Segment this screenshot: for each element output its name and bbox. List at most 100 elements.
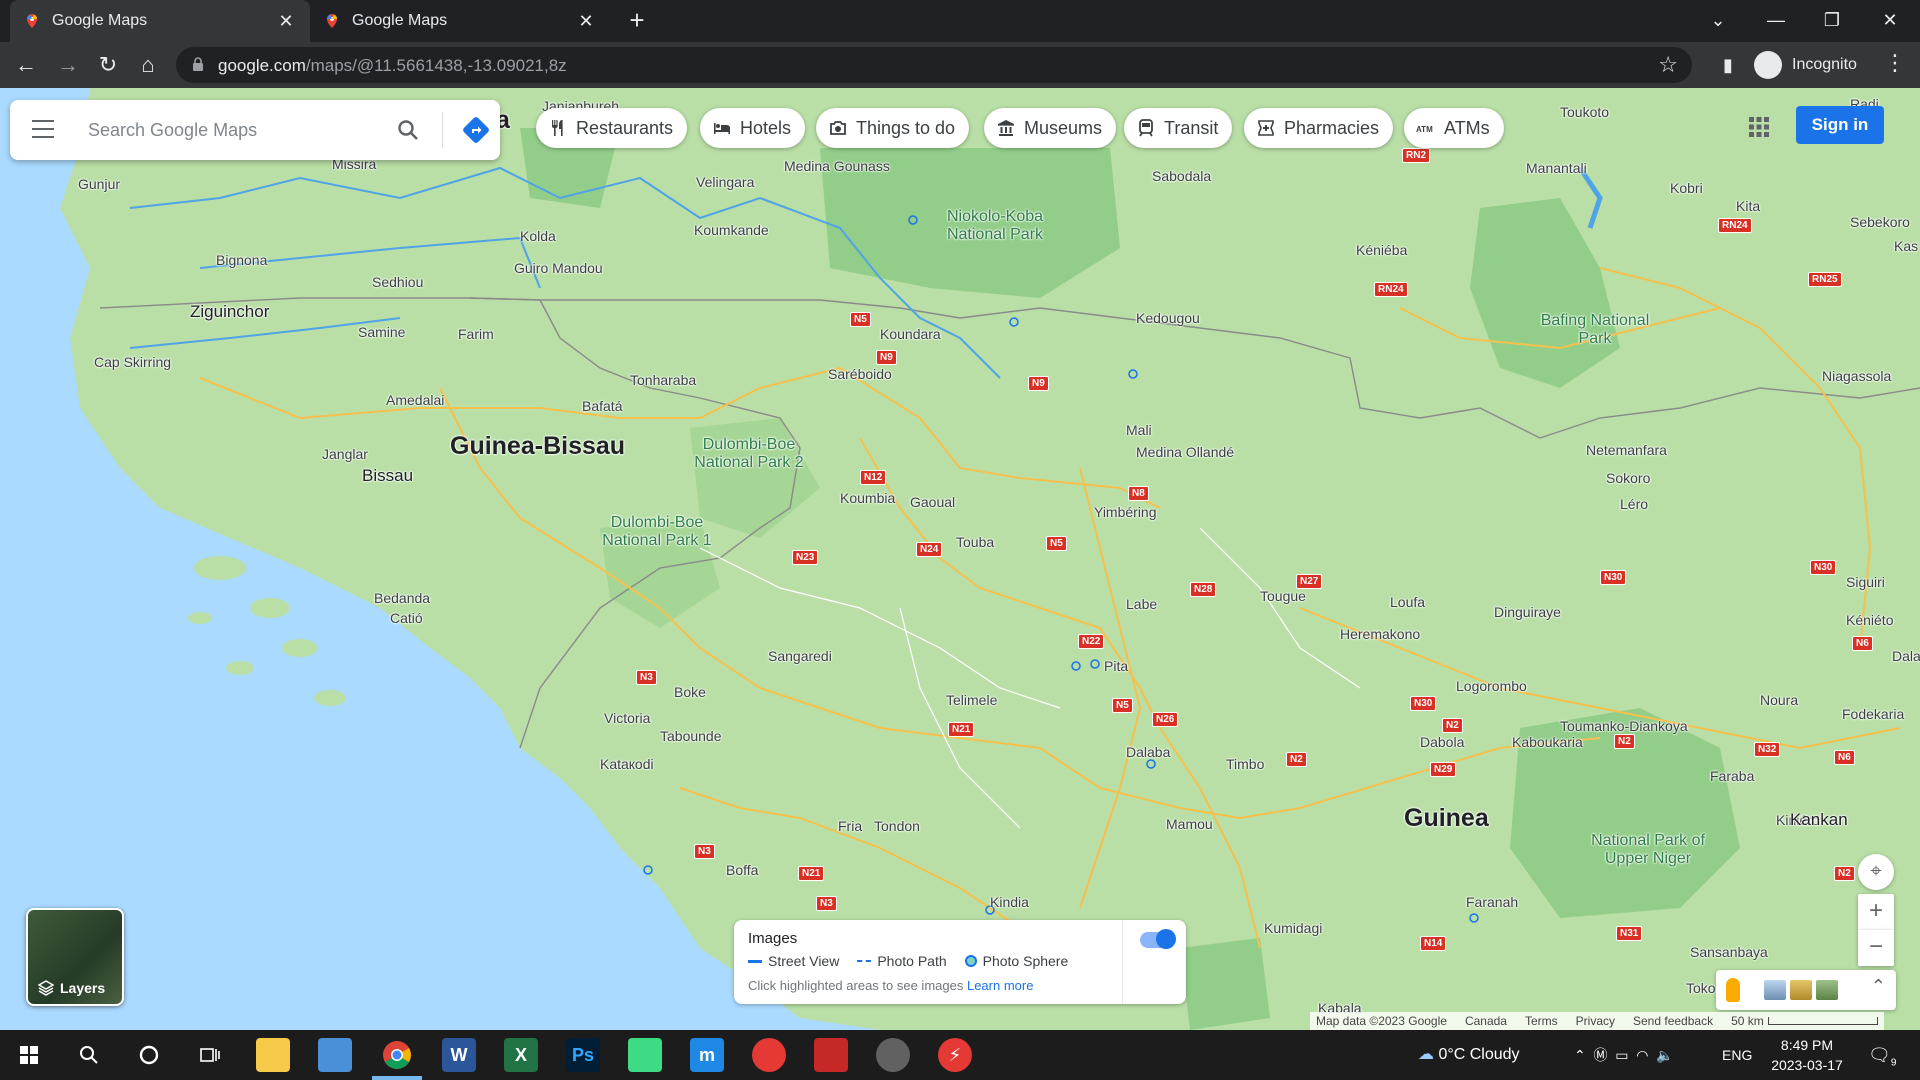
place-label: Toukoto — [1560, 104, 1610, 120]
images-toggle[interactable] — [1140, 929, 1176, 949]
google-apps-icon[interactable] — [1748, 116, 1770, 138]
address-bar[interactable]: google.com/maps/@11.5661438,-13.09021,8z… — [176, 47, 1692, 83]
file-explorer-icon[interactable] — [256, 1038, 290, 1072]
city-label: Kankan — [1790, 810, 1848, 829]
terms-link[interactable]: Terms — [1525, 1014, 1558, 1028]
chrome-menu-icon[interactable]: ⋮ — [1880, 50, 1910, 76]
place-label: Kita — [1736, 198, 1761, 214]
language-indicator[interactable]: ENG — [1722, 1030, 1752, 1080]
region-link[interactable]: Canada — [1465, 1014, 1507, 1028]
clock-time: 8:49 PM — [1780, 1037, 1834, 1053]
task-view-icon[interactable] — [192, 1038, 226, 1072]
place-label: Medina Gounass — [784, 158, 890, 174]
minimize-button[interactable]: — — [1748, 0, 1804, 42]
privacy-link[interactable]: Privacy — [1576, 1014, 1615, 1028]
road-shield: N31 — [1616, 926, 1643, 941]
chip-atms[interactable]: ATM ATMs — [1404, 108, 1504, 148]
place-label: Noura — [1760, 692, 1799, 708]
new-tab-button[interactable]: + — [624, 7, 650, 34]
chip-things-to-do[interactable]: Things to do — [816, 108, 970, 148]
app-icon[interactable] — [814, 1038, 848, 1072]
place-label: Catió — [390, 610, 423, 626]
road-shield: N2 — [1286, 752, 1307, 767]
notifications-count: 9 — [1890, 1057, 1897, 1069]
side-panel-icon[interactable]: ▮ — [1712, 49, 1744, 81]
place-label: Bafatá — [582, 398, 623, 414]
excel-icon[interactable]: X — [504, 1038, 538, 1072]
chip-transit[interactable]: Transit — [1124, 108, 1233, 148]
close-tab-icon[interactable]: ✕ — [276, 11, 296, 31]
reload-icon[interactable]: ↻ — [92, 49, 124, 81]
sign-in-button[interactable]: Sign in — [1796, 106, 1884, 144]
map-canvas[interactable]: Janjanbureh Velingara Medina Gounass Sab… — [0, 88, 1920, 1030]
windows-start-icon[interactable] — [12, 1038, 46, 1072]
place-label: Touba — [956, 534, 995, 550]
clock[interactable]: 8:49 PM 2023-03-17 — [1762, 1035, 1852, 1075]
chip-restaurants[interactable]: Restaurants — [536, 108, 688, 148]
weather-widget[interactable]: ☁ 0°C Cloudy — [1418, 1030, 1520, 1080]
chip-hotels[interactable]: Hotels — [700, 108, 806, 148]
imagery-thumbnail[interactable] — [1816, 980, 1838, 1000]
legend-photo-path: Photo Path — [857, 953, 947, 969]
tray-icons[interactable]: ⌃ Ⓜ ▭ ◠ 🔈 — [1574, 1030, 1674, 1080]
close-tab-icon[interactable]: ✕ — [576, 11, 596, 31]
chip-label: Museums — [1024, 117, 1103, 138]
menu-icon[interactable] — [32, 120, 54, 138]
chip-museums[interactable]: Museums — [984, 108, 1117, 148]
control-panel-icon[interactable] — [318, 1038, 352, 1072]
chip-pharmacies[interactable]: Pharmacies — [1244, 108, 1394, 148]
incognito-icon — [1754, 51, 1782, 79]
tab-google-maps-2[interactable]: Google Maps ✕ — [310, 0, 610, 42]
word-icon[interactable]: W — [442, 1038, 476, 1072]
pegman-icon[interactable] — [1726, 978, 1740, 1002]
my-location-icon[interactable]: ⌖ — [1858, 854, 1894, 890]
park-label: Niokolo-Koba National Park — [946, 208, 1044, 243]
tab-google-maps-1[interactable]: Google Maps ✕ — [10, 0, 310, 42]
scale-label[interactable]: 50 km — [1731, 1014, 1764, 1028]
tab-search-icon[interactable]: ⌄ — [1690, 0, 1746, 42]
directions-icon[interactable] — [462, 116, 490, 144]
place-label: Faranah — [1466, 894, 1519, 910]
search-input[interactable] — [88, 114, 368, 146]
google-maps-favicon — [27, 14, 37, 28]
photoshop-icon[interactable]: Ps — [566, 1038, 600, 1072]
place-label: Sansanbaya — [1690, 944, 1768, 960]
road-shield: N24 — [916, 542, 943, 557]
close-window-button[interactable]: ✕ — [1862, 0, 1918, 42]
place-label: Kaboukaria — [1512, 734, 1583, 750]
pharmacy-icon — [1258, 120, 1274, 136]
app-icon[interactable]: ⚡ — [938, 1038, 972, 1072]
atm-icon: ATM — [1416, 125, 1433, 134]
search-icon[interactable] — [72, 1038, 106, 1072]
park-label: National Park of Upper Niger — [1591, 832, 1705, 867]
notifications-icon[interactable]: 🗨9 — [1868, 1030, 1896, 1080]
place-label: Boffa — [726, 862, 759, 878]
place-label: Dabola — [1420, 734, 1465, 750]
photo-sphere-dot-icon — [964, 955, 977, 967]
url-text: google.com/maps/@11.5661438,-13.09021,8z — [218, 56, 567, 76]
incognito-indicator[interactable]: Incognito — [1754, 50, 1857, 80]
zoom-out-button[interactable]: − — [1858, 930, 1894, 966]
back-arrow-icon[interactable]: ← — [10, 49, 42, 81]
city-label: Ziguinchor — [190, 302, 270, 321]
forward-arrow-icon[interactable]: → — [52, 49, 84, 81]
zoom-in-button[interactable]: + — [1858, 894, 1894, 930]
learn-more-link[interactable]: Learn more — [967, 978, 1033, 993]
imagery-thumbnail[interactable] — [1790, 980, 1812, 1000]
bookmark-star-icon[interactable]: ☆ — [1658, 52, 1678, 78]
app-icon[interactable]: m — [690, 1038, 724, 1072]
media-player-icon[interactable] — [876, 1038, 910, 1072]
chrome-icon[interactable] — [380, 1038, 414, 1072]
cortana-icon[interactable] — [132, 1038, 166, 1072]
restore-button[interactable]: ❐ — [1804, 0, 1860, 42]
search-icon[interactable] — [396, 118, 420, 142]
android-icon[interactable] — [628, 1038, 662, 1072]
send-feedback-link[interactable]: Send feedback — [1633, 1014, 1713, 1028]
place-label: Sebekoro — [1850, 214, 1910, 230]
expand-chevron-icon[interactable]: ⌃ — [1871, 976, 1886, 997]
app-icon[interactable] — [752, 1038, 786, 1072]
home-icon[interactable]: ⌂ — [132, 49, 164, 81]
imagery-thumbnail[interactable] — [1764, 980, 1786, 1000]
layers-button[interactable]: Layers — [26, 908, 124, 1006]
place-label: Siguiri — [1846, 574, 1885, 590]
